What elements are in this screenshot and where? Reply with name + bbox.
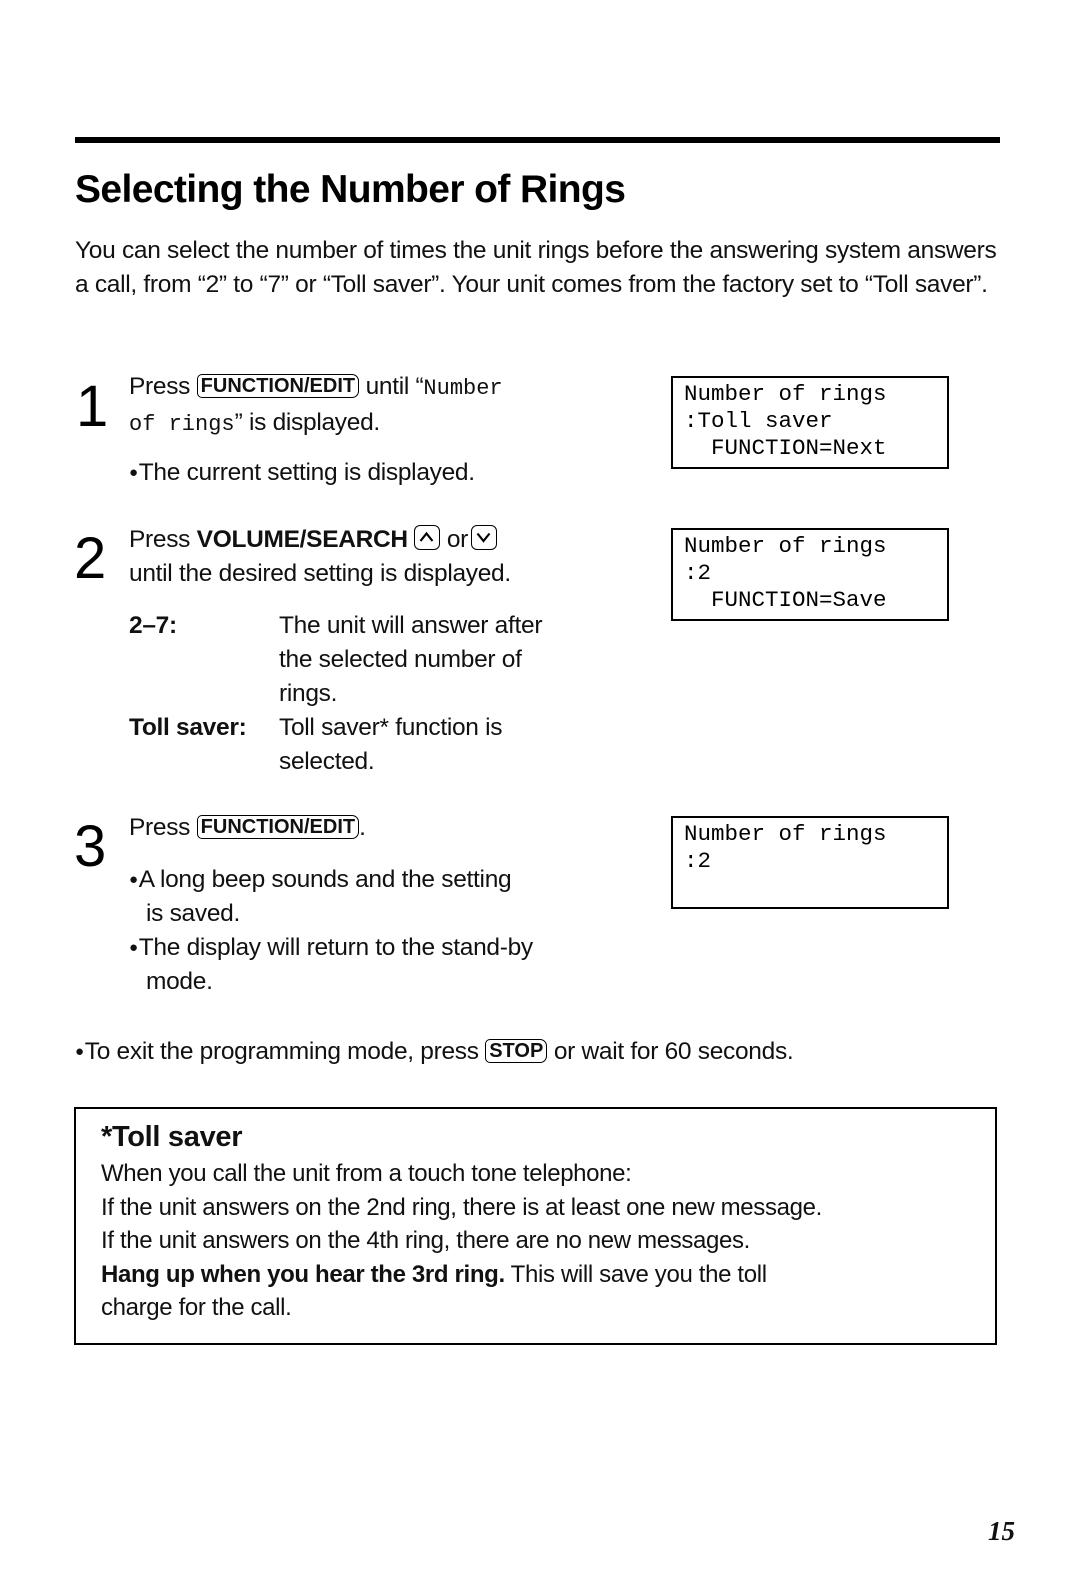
or-text: or: [446, 526, 469, 553]
definition-desc-line: selected.: [279, 748, 375, 775]
toll-saver-line: If the unit answers on the 2nd ring, the…: [101, 1193, 822, 1221]
step-2-press-text: Press: [129, 526, 191, 553]
definition-desc-line: rings.: [279, 680, 338, 707]
display-text-of-rings: of rings: [129, 412, 235, 437]
exit-note: To exit the programming mode, press STOP…: [75, 1035, 794, 1069]
page-number: 15: [988, 1516, 1015, 1546]
step-1-press-text: Press: [129, 373, 191, 400]
step-2-number: 2: [74, 526, 107, 591]
step-3-number: 3: [74, 814, 107, 879]
lcd-line: Number of rings: [684, 381, 887, 407]
definition-term: 2–7:: [129, 612, 177, 639]
step-1-bullet: The current setting is displayed.: [129, 456, 475, 490]
toll-saver-note-box: *Toll saver When you call the unit from …: [74, 1107, 997, 1345]
lcd-line: :2: [684, 848, 712, 874]
definition-2-7: 2–7: The unit will answer after the sele…: [129, 609, 629, 719]
lcd-line: FUNCTION=Save: [684, 587, 887, 613]
chevron-down-icon: [471, 525, 498, 550]
lcd-line: Number of rings: [684, 533, 887, 559]
toll-saver-line: Hang up when you hear the 3rd ring. This…: [101, 1258, 995, 1292]
step-1-number: 1: [76, 374, 109, 439]
volume-search-label: VOLUME/SEARCH: [196, 526, 408, 553]
function-edit-key: FUNCTION/EDIT: [196, 815, 360, 839]
lcd-display-step-2: Number of rings:2 FUNCTION=Save: [671, 528, 949, 621]
exit-note-text: To exit the programming mode, press: [75, 1038, 479, 1065]
definition-term: Toll saver:: [129, 714, 247, 741]
lcd-line: :Toll saver: [684, 408, 833, 434]
section-top-rule: [75, 137, 1000, 143]
toll-saver-rest-text: This will save you the toll: [504, 1260, 767, 1288]
step-1-until-text: until “: [365, 373, 424, 400]
function-edit-key: FUNCTION/EDIT: [196, 374, 360, 398]
page-title: Selecting the Number of Rings: [75, 168, 626, 211]
definition-desc-line: The unit will answer after: [279, 612, 543, 639]
step-1-instruction: Press FUNCTION/EDIT until “Number of rin…: [129, 370, 609, 442]
step-2-line-2: until the desired setting is displayed.: [129, 560, 511, 587]
lcd-line: Number of rings: [684, 821, 887, 847]
bullet-line: A long beep sounds and the setting: [129, 866, 512, 893]
bullet-line: mode.: [146, 968, 213, 995]
definition-toll-saver: Toll saver: Toll saver* function is sele…: [129, 711, 629, 781]
toll-saver-bold-text: Hang up when you hear the 3rd ring.: [101, 1260, 505, 1288]
step-1-after-text: ” is displayed.: [234, 409, 381, 436]
step-3-press-text: Press: [129, 814, 191, 841]
lcd-display-step-3: Number of rings:2: [671, 816, 949, 909]
display-text-number: Number: [423, 376, 503, 401]
lcd-display-step-1: Number of rings:Toll saver FUNCTION=Next: [671, 376, 949, 469]
step-3-instruction: Press FUNCTION/EDIT.: [129, 811, 366, 845]
stop-key: STOP: [485, 1039, 548, 1063]
bullet-line: The display will return to the stand-by: [129, 934, 533, 961]
step-2-instruction: Press VOLUME/SEARCH or until the desired…: [129, 523, 629, 591]
lcd-line: :2: [684, 560, 712, 586]
toll-saver-title: *Toll saver: [101, 1121, 243, 1153]
toll-saver-line: If the unit answers on the 4th ring, the…: [101, 1227, 751, 1254]
definition-desc-line: the selected number of: [279, 646, 522, 673]
definition-desc: The unit will answer after the selected …: [279, 609, 609, 711]
definition-desc: Toll saver* function is selected.: [279, 711, 609, 779]
step-3-bullet-2: The display will return to the stand-by …: [129, 931, 629, 999]
lcd-line: FUNCTION=Next: [684, 435, 887, 461]
period: .: [359, 814, 366, 841]
step-3-bullet-1: A long beep sounds and the setting is sa…: [129, 863, 629, 931]
toll-saver-line: When you call the unit from a touch tone…: [101, 1160, 632, 1187]
toll-saver-line: charge for the call.: [101, 1294, 292, 1321]
chevron-up-icon: [414, 525, 441, 550]
definition-desc-line: Toll saver* function is: [279, 714, 503, 741]
intro-paragraph: You can select the number of times the u…: [75, 237, 997, 298]
bullet-line: is saved.: [146, 900, 240, 927]
exit-note-after: or wait for 60 seconds.: [553, 1038, 794, 1065]
